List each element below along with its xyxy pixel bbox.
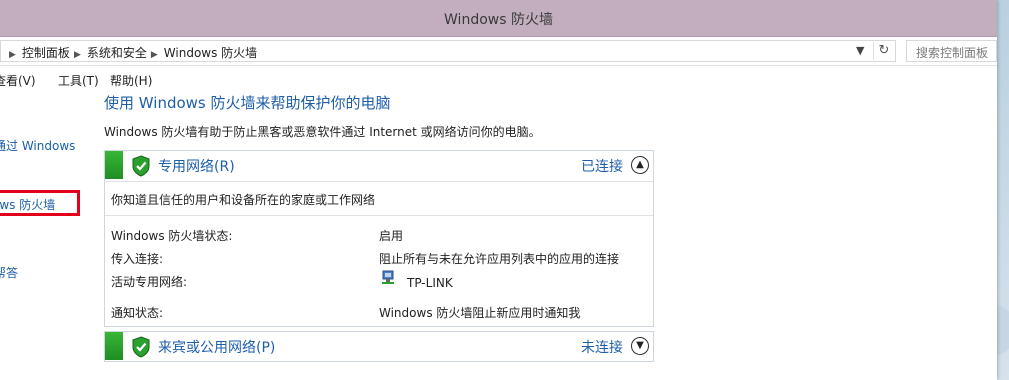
left-nav-pane: 通过 Windows ows 防火墙 帮答 xyxy=(0,90,98,380)
crumb-arrow-icon[interactable]: ▶ xyxy=(74,50,81,60)
control-panel-window: Windows 防火墙 ▶ 控制面板 ▶ 系统和安全 ▶ Windows 防火墙 ▼ ↻ … xyxy=(0,0,997,380)
private-network-title: 专用网络(R) xyxy=(158,159,235,175)
address-row: ▶ 控制面板 ▶ 系统和安全 ▶ Windows 防火墙 ▼ ↻ 搜索控制面板 xyxy=(0,37,997,66)
active-network-value: TP-LINK xyxy=(407,276,453,290)
private-network-header[interactable]: 专用网络(R) 已连接 ▲ xyxy=(105,151,653,181)
private-network-state: 已连接 xyxy=(581,159,623,175)
incoming-connections-label: 传入连接: xyxy=(111,252,164,266)
main-content: 使用 Windows 防火墙来帮助保护你的电脑 Windows 防火墙有助于防止… xyxy=(98,90,997,380)
chevron-down-icon[interactable]: ▼ xyxy=(631,337,649,355)
nav-troubleshoot-link[interactable]: 帮答 xyxy=(0,264,18,281)
search-placeholder: 搜索控制面板 xyxy=(916,46,989,60)
breadcrumb: ▶ 控制面板 ▶ 系统和安全 ▶ Windows 防火墙 xyxy=(5,44,257,61)
menu-bar: 查看(V) 工具(T) 帮助(H) xyxy=(0,66,997,90)
network-icon xyxy=(382,270,394,284)
page-description: Windows 防火墙有助于防止黑客或恶意软件通过 Internet 或网络访问… xyxy=(104,125,541,139)
address-bar[interactable]: ▶ 控制面板 ▶ 系统和安全 ▶ Windows 防火墙 ▼ ↻ xyxy=(0,40,896,62)
public-network-panel: 来宾或公用网络(P) 未连接 ▼ xyxy=(104,331,654,362)
private-network-subtitle: 你知道且信任的用户和设备所在的家庭或工作网络 xyxy=(111,193,376,207)
notification-state-value: Windows 防火墙阻止新应用时通知我 xyxy=(379,306,581,320)
title-bar[interactable]: Windows 防火墙 xyxy=(0,0,997,37)
active-network-label: 活动专用网络: xyxy=(111,275,188,289)
status-green-bar xyxy=(105,151,123,179)
crumb-arrow-icon: ▶ xyxy=(9,50,16,60)
refresh-icon[interactable]: ↻ xyxy=(873,42,894,60)
private-network-panel: 专用网络(R) 已连接 ▲ 你知道且信任的用户和设备所在的家庭或工作网络 Win… xyxy=(104,150,654,327)
page-title: 使用 Windows 防火墙来帮助保护你的电脑 xyxy=(104,94,391,112)
search-input[interactable]: 搜索控制面板 xyxy=(906,40,997,62)
nav-allow-app-link[interactable]: 通过 Windows xyxy=(0,137,75,154)
window-title: Windows 防火墙 xyxy=(444,12,553,28)
private-network-subtitle-row: 你知道且信任的用户和设备所在的家庭或工作网络 xyxy=(105,181,653,215)
status-green-bar xyxy=(105,332,123,360)
shield-check-icon xyxy=(132,336,150,358)
shield-check-icon xyxy=(132,155,150,177)
menu-tools[interactable]: 工具(T) xyxy=(58,72,99,89)
notification-state-label: 通知状态: xyxy=(111,306,164,320)
highlight-box xyxy=(0,190,80,216)
breadcrumb-control-panel[interactable]: 控制面板 xyxy=(22,44,70,61)
firewall-state-value: 启用 xyxy=(379,229,404,243)
public-network-title: 来宾或公用网络(P) xyxy=(158,340,276,356)
firewall-state-label: Windows 防火墙状态: xyxy=(111,229,233,243)
menu-help[interactable]: 帮助(H) xyxy=(110,72,152,89)
breadcrumb-system-security[interactable]: 系统和安全 xyxy=(87,44,147,61)
chevron-up-icon[interactable]: ▲ xyxy=(631,156,649,174)
crumb-arrow-icon[interactable]: ▶ xyxy=(151,50,158,60)
dropdown-arrow-icon[interactable]: ▼ xyxy=(856,44,864,57)
incoming-connections-value: 阻止所有与未在允许应用列表中的应用的连接 xyxy=(379,252,620,266)
private-network-details: Windows 防火墙状态: 启用 传入连接: 阻止所有与未在允许应用列表中的应… xyxy=(105,215,653,326)
public-network-state: 未连接 xyxy=(581,340,623,356)
breadcrumb-firewall[interactable]: Windows 防火墙 xyxy=(164,44,257,61)
public-network-header[interactable]: 来宾或公用网络(P) 未连接 ▼ xyxy=(105,332,653,362)
menu-view[interactable]: 查看(V) xyxy=(0,72,36,89)
